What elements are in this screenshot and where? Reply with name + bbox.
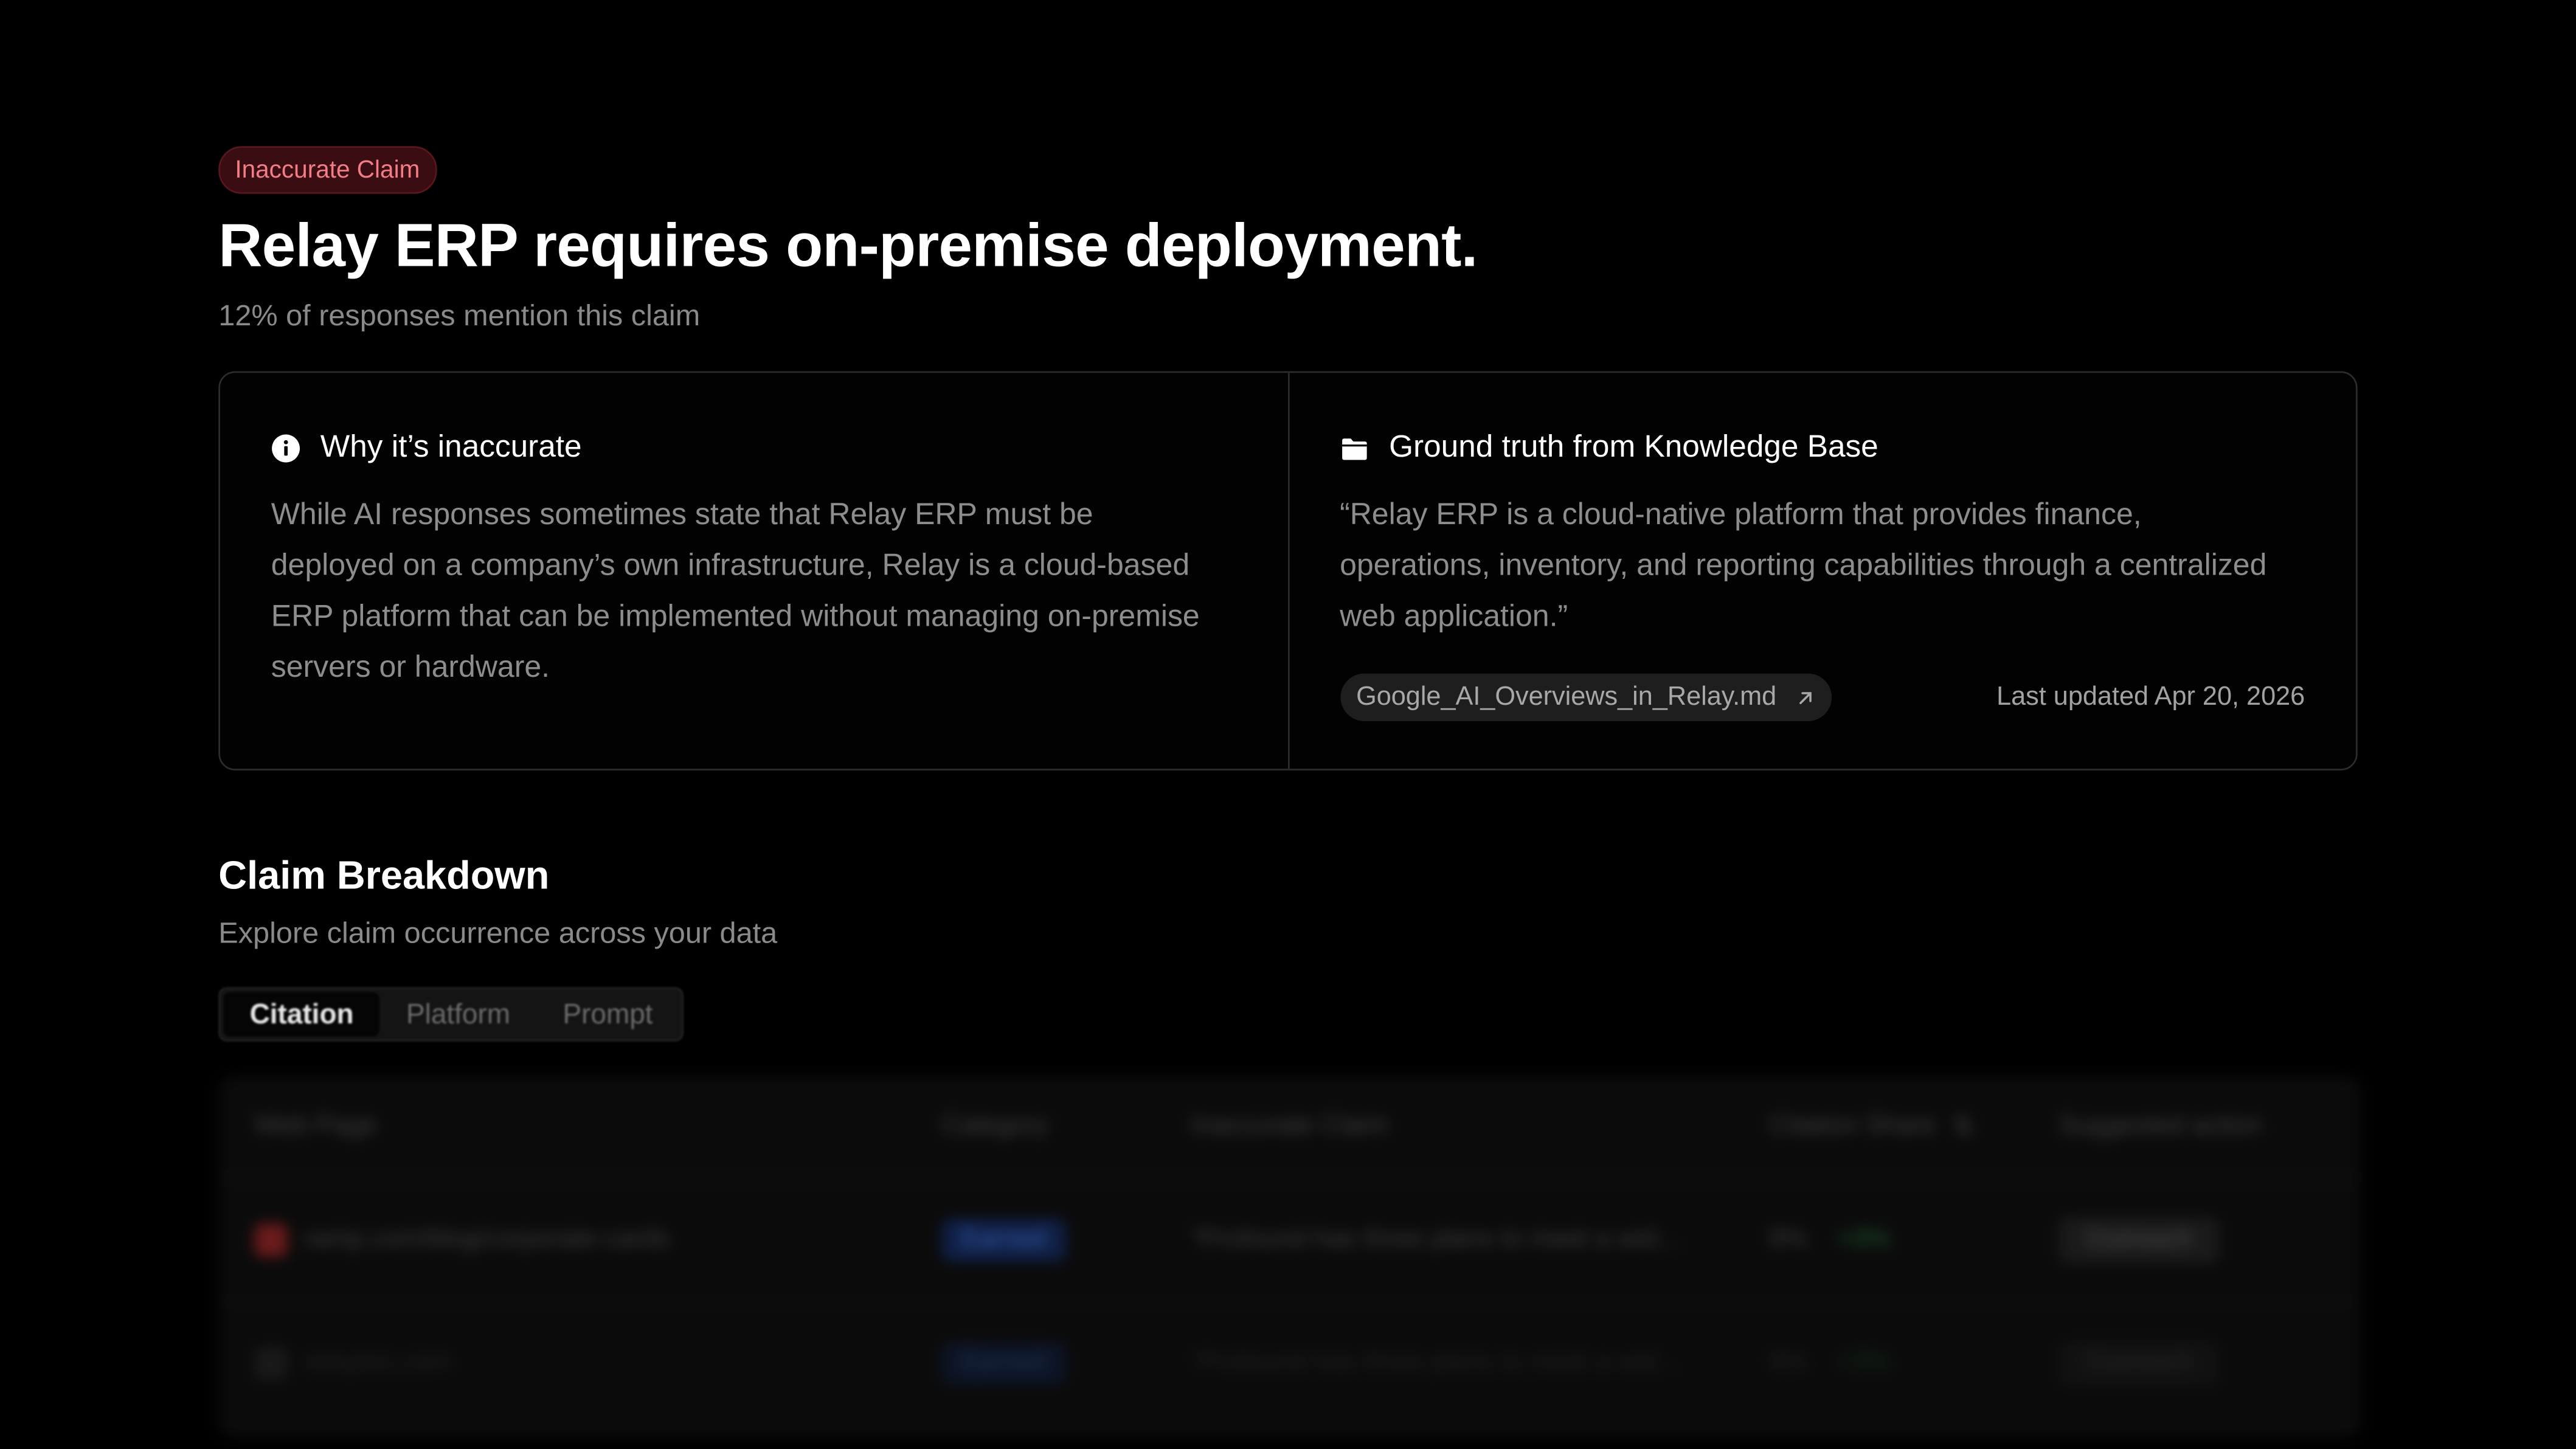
ground-truth-quote: “Relay ERP is a cloud‑native platform th… bbox=[1340, 496, 2267, 633]
favicon bbox=[254, 1223, 288, 1257]
share-cell: 9% +3% bbox=[1733, 1225, 2022, 1255]
ground-truth-heading: Ground truth from Knowledge Base bbox=[1389, 430, 1878, 465]
column-header-citation-share-label: Citation Share bbox=[1769, 1112, 1936, 1140]
folder-icon bbox=[1340, 434, 1369, 463]
table-header: Web Page Category Inaccurate Claim Citat… bbox=[218, 1076, 2361, 1180]
source-file-link[interactable]: Google_AI_Overviews_in_Relay.md bbox=[1340, 673, 1833, 721]
citation-table: Web Page Category Inaccurate Claim Citat… bbox=[218, 1076, 2361, 1437]
page-title: Relay ERP requires on‑premise deployment… bbox=[218, 212, 1478, 280]
sort-icon[interactable]: ⇅ bbox=[1952, 1110, 1974, 1143]
why-inaccurate-heading-row: Why it’s inaccurate bbox=[271, 429, 1236, 468]
outreach-button[interactable]: Outreach bbox=[2058, 1217, 2220, 1264]
tab-platform[interactable]: Platform bbox=[380, 992, 536, 1037]
claim-cell: “Profound has three plans to meet a wid… bbox=[1191, 1225, 1684, 1254]
web-page-cell: ramp.com/blog/corporate-cards bbox=[218, 1223, 905, 1257]
why-inaccurate-text: While AI responses sometimes state that … bbox=[271, 496, 1200, 683]
info-icon bbox=[271, 434, 301, 463]
web-page-link[interactable]: ramp.com/blog/corporate-cards bbox=[304, 1225, 670, 1255]
ground-truth-panel: Ground truth from Knowledge Base “Relay … bbox=[1287, 373, 2356, 769]
column-header-citation-share[interactable]: Citation Share ⇅ bbox=[1733, 1110, 2022, 1143]
why-inaccurate-panel: Why it’s inaccurate While AI responses s… bbox=[220, 373, 1287, 769]
breakdown-tabs: Citation Platform Prompt bbox=[218, 987, 684, 1042]
category-pill: Earned bbox=[941, 1219, 1066, 1262]
claim-breakdown-title: Claim Breakdown bbox=[218, 854, 550, 899]
outreach-button[interactable]: Outreach bbox=[2058, 1340, 2220, 1387]
page-subtitle: 12% of responses mention this claim bbox=[218, 299, 701, 332]
share-value: 9% bbox=[1769, 1225, 1807, 1254]
column-header-inaccurate-claim[interactable]: Inaccurate Claim bbox=[1155, 1112, 1733, 1142]
main-content: Inaccurate Claim Relay ERP requires on‑p… bbox=[218, 146, 2361, 1437]
share-delta: +3% bbox=[1837, 1225, 1891, 1254]
claim-cell: “Profound has three plans to meet a wid… bbox=[1191, 1348, 1684, 1377]
external-link-arrow-icon bbox=[1796, 688, 1816, 707]
share-cell: 9% +3% bbox=[1733, 1349, 2022, 1378]
favicon bbox=[254, 1347, 288, 1380]
share-value: 9% bbox=[1769, 1348, 1807, 1377]
tab-citation[interactable]: Citation bbox=[223, 992, 380, 1037]
ground-truth-heading-row: Ground truth from Knowledge Base bbox=[1340, 429, 2305, 468]
web-page-cell: relaybiz.com bbox=[218, 1347, 905, 1380]
claim-breakdown-subtitle: Explore claim occurrence across your dat… bbox=[218, 916, 778, 950]
category-pill: Earned bbox=[941, 1342, 1066, 1385]
status-badge: Inaccurate Claim bbox=[218, 146, 437, 194]
claim-detail-card: Why it’s inaccurate While AI responses s… bbox=[218, 371, 2358, 771]
share-delta: +3% bbox=[1837, 1348, 1891, 1377]
web-page-link[interactable]: relaybiz.com bbox=[304, 1349, 452, 1378]
page: Inaccurate Claim Relay ERP requires on‑p… bbox=[0, 0, 2576, 1449]
why-inaccurate-heading: Why it’s inaccurate bbox=[320, 430, 582, 465]
table-row[interactable]: relaybiz.com Earned “Profound has three … bbox=[218, 1302, 2361, 1426]
category-cell: Earned bbox=[905, 1219, 1155, 1262]
last-updated-label: Last updated Apr 20, 2026 bbox=[1996, 682, 2305, 711]
category-cell: Earned bbox=[905, 1342, 1155, 1385]
source-file-name: Google_AI_Overviews_in_Relay.md bbox=[1356, 682, 1777, 711]
ground-truth-footer: Google_AI_Overviews_in_Relay.md Last upd… bbox=[1340, 673, 2305, 721]
column-header-suggested-action[interactable]: Suggested action bbox=[2023, 1112, 2361, 1142]
tab-prompt[interactable]: Prompt bbox=[536, 992, 679, 1037]
table-row[interactable]: ramp.com/blog/corporate-cards Earned “Pr… bbox=[218, 1180, 2361, 1303]
column-header-web-page[interactable]: Web Page bbox=[218, 1112, 905, 1142]
action-cell: Outreach bbox=[2023, 1340, 2361, 1387]
column-header-category[interactable]: Category bbox=[905, 1112, 1155, 1142]
action-cell: Outreach bbox=[2023, 1217, 2361, 1264]
